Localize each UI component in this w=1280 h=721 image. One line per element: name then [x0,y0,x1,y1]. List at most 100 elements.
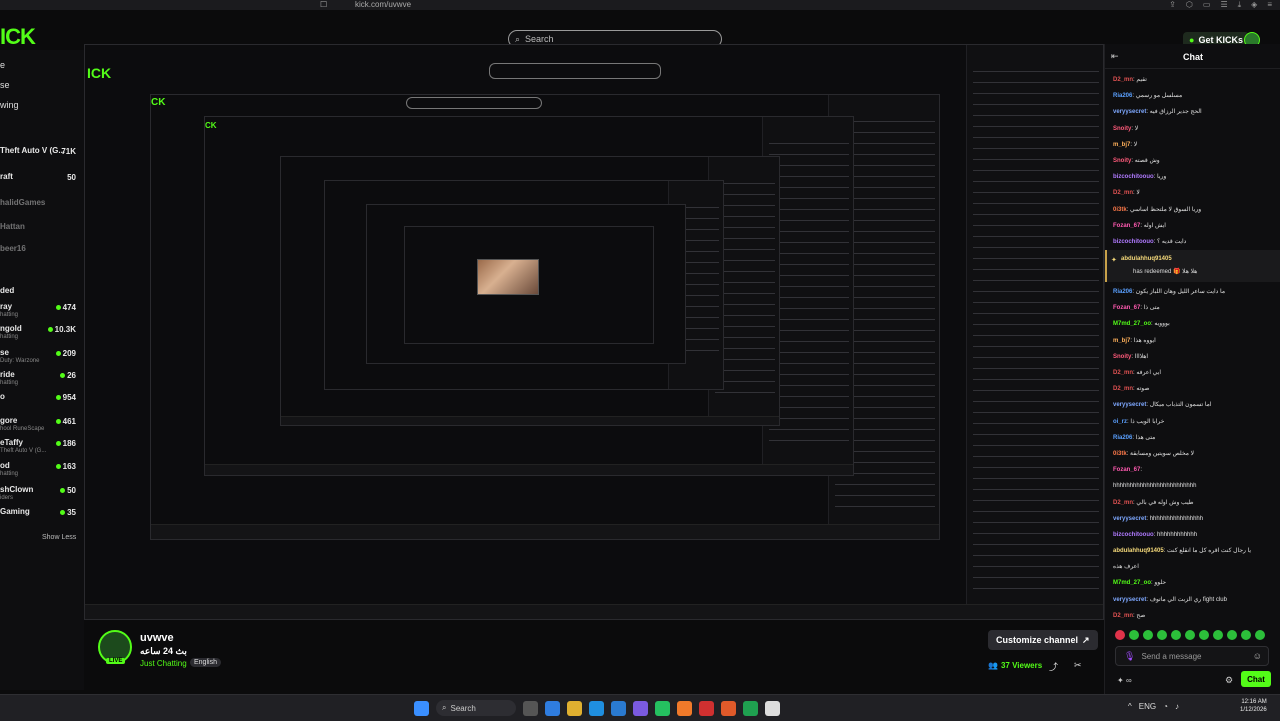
chat-message-input[interactable]: 🎙 Send a message ☺ [1115,646,1269,666]
emote-icon[interactable] [1255,630,1265,640]
edge-icon[interactable] [589,700,604,716]
sidebar-nav-browse[interactable]: se [0,80,10,90]
app-icon[interactable] [743,700,758,716]
sidebar-channel[interactable]: o 954 [0,392,80,412]
sidebar-channel[interactable]: od hatting 163 [0,461,80,481]
chevron-up-icon[interactable]: ^ [1128,702,1132,711]
sidebar-channel[interactable]: Gaming 35 [0,507,80,527]
volume-icon[interactable]: ♪ [1175,702,1179,711]
wifi-icon[interactable]: ◔ [1163,702,1168,711]
channel-name[interactable]: uvwve [140,632,174,644]
download-icon[interactable]: ⤓ [1238,0,1242,9]
task-view-icon[interactable] [523,700,538,716]
whatsapp-icon[interactable] [655,700,670,716]
chat-username[interactable]: Snoity [1113,126,1131,132]
emote-icon[interactable] [1115,630,1125,640]
sidebar-nav-home[interactable]: e [0,60,5,70]
chat-username[interactable]: m_bj7 [1113,338,1130,344]
chat-username[interactable]: 0i3tk [1113,207,1127,213]
chat-username[interactable]: Fozan_67 [1113,305,1140,311]
brave-icon[interactable] [721,700,736,716]
emote-icon[interactable] [1241,630,1251,640]
chat-username[interactable]: veryysecret [1113,516,1146,522]
chat-username[interactable]: Fozan_67 [1113,467,1140,473]
chat-rules-icon[interactable]: ✦ ∞ [1117,676,1132,685]
bookmark-icon[interactable]: ☐ [320,0,327,9]
chat-username[interactable]: D2_mn [1113,77,1133,83]
sidebar-toggle-icon[interactable]: ▭ [1203,0,1211,9]
send-chat-button[interactable]: Chat [1241,671,1271,687]
wallet-icon[interactable]: ◈ [1251,0,1257,9]
sidebar-channel[interactable]: shClown iders 50 [0,485,80,505]
customize-channel-button[interactable]: Customize channel ↗ [988,630,1098,650]
notepad-icon[interactable] [765,700,780,716]
chat-username[interactable]: M7md_27_oo [1113,580,1151,586]
sidebar-channel[interactable]: eTaffy Theft Auto V (G... 186 [0,438,80,458]
bookmarks-icon[interactable]: ☰ [1220,0,1227,9]
chat-username[interactable]: bizcochitoouo [1113,239,1154,245]
microphone-icon[interactable]: 🎙 [1124,651,1135,662]
sidebar-channel[interactable]: ngold hatting 10.3K [0,324,80,344]
emote-icon[interactable] [1129,630,1139,640]
chat-username[interactable]: bizcochitoouo [1113,174,1154,180]
language-indicator[interactable]: ENG [1139,702,1156,711]
sidebar-channel[interactable]: Hattan [0,222,80,242]
kick-logo[interactable]: ICK [0,24,36,50]
sidebar-channel[interactable]: gore hool RuneScape 461 [0,416,80,436]
sidebar-channel[interactable]: raft 50 [0,172,80,192]
share-icon[interactable]: ⇪ [1169,0,1176,9]
address-bar[interactable]: kick.com/uvwve [355,0,411,9]
chat-username[interactable]: D2_mn [1113,613,1133,619]
emote-icon[interactable] [1227,630,1237,640]
chat-username[interactable]: Ria206 [1113,435,1132,441]
chat-username[interactable]: veryysecret [1113,597,1146,603]
app-icon[interactable] [677,700,692,716]
emote-icon[interactable] [1143,630,1153,640]
emote-icon[interactable] [1185,630,1195,640]
emote-icon[interactable] [1157,630,1167,640]
chat-username[interactable]: Ria206 [1113,93,1132,99]
share-icon[interactable]: ⤴ [1049,660,1058,673]
chat-username[interactable]: Ria206 [1113,289,1132,295]
chat-username[interactable]: Snoity [1113,158,1131,164]
chat-username[interactable]: bizcochitoouo [1113,532,1154,538]
menu-icon[interactable]: ≡ [1267,0,1272,9]
chat-username[interactable]: veryysecret [1113,109,1146,115]
file-explorer-icon[interactable] [567,700,582,716]
chat-username[interactable]: m_bj7 [1113,142,1130,148]
windows-start-icon[interactable] [414,700,429,716]
chat-username[interactable]: D2_mn [1113,370,1133,376]
chat-username[interactable]: M7md_27_oo [1113,321,1151,327]
video-player[interactable]: ICK CK CK [84,44,1104,620]
emote-icon[interactable] [1199,630,1209,640]
sidebar-nav-following[interactable]: wing [0,100,19,110]
taskbar-clock[interactable]: 12:16 AM 1/12/2026 [1240,698,1267,714]
emote-icon[interactable] [1213,630,1223,640]
chat-username[interactable]: oi_rz [1113,419,1127,425]
chat-username[interactable]: abdulahhuq91405 [1113,548,1164,554]
app-icon[interactable] [699,700,714,716]
copilot-icon[interactable] [545,700,560,716]
chat-username[interactable]: Fozan_67 [1113,223,1140,229]
chat-username[interactable]: D2_mn [1113,500,1133,506]
settings-icon[interactable]: ⚙ [1225,675,1233,686]
chat-username[interactable]: D2_mn [1113,190,1133,196]
clip-icon[interactable]: ✂ [1074,660,1082,671]
sidebar-channel[interactable]: se Duty: Warzone 209 [0,348,80,368]
language-tag[interactable]: English [190,658,221,667]
category-link[interactable]: Just Chatting [140,659,187,668]
sidebar-channel[interactable]: ray hatting 474 [0,302,80,322]
redeem-user[interactable]: abdulahhuq91405 [1121,256,1172,262]
emote-icon[interactable] [1171,630,1181,640]
taskbar-search[interactable]: ⌕ Search [436,700,516,716]
sidebar-channel[interactable]: halidGames [0,198,80,218]
extension-icon[interactable]: ⬡ [1186,0,1193,9]
chat-username[interactable]: Snoity [1113,354,1131,360]
sidebar-channel[interactable]: ride hatting 26 [0,370,80,390]
chat-username[interactable]: veryysecret [1113,402,1146,408]
store-icon[interactable] [611,700,626,716]
show-less-link[interactable]: Show Less [42,534,76,541]
sidebar-channel[interactable]: Theft Auto V (G... 71K [0,146,80,166]
sidebar-channel[interactable]: beer16 [0,244,80,264]
emoji-picker-icon[interactable]: ☺ [1253,651,1262,661]
